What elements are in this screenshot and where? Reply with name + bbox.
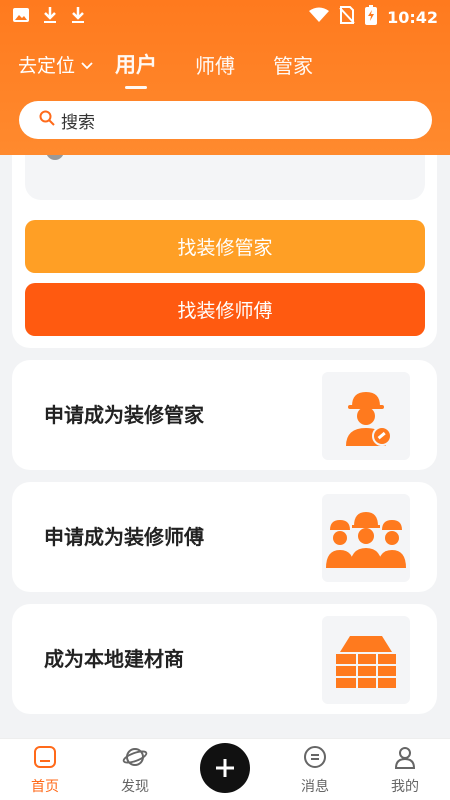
nav-profile[interactable]: 我的: [365, 744, 445, 796]
message-icon: [302, 744, 328, 774]
search-icon: [39, 110, 55, 131]
workers-group-icon: [322, 494, 410, 582]
nav-publish[interactable]: [185, 742, 265, 793]
building-materials-icon: [322, 616, 410, 704]
tab-master[interactable]: 师傅: [195, 50, 235, 79]
user-icon: [392, 744, 418, 774]
search-input[interactable]: 搜索: [19, 101, 432, 139]
nav-messages[interactable]: 消息: [275, 744, 355, 796]
find-manager-button[interactable]: 找装修管家: [25, 220, 425, 273]
battery-charging-icon: [365, 5, 378, 29]
become-supplier-label: 成为本地建材商: [44, 647, 184, 671]
wifi-icon: [309, 7, 330, 27]
clock: 10:42: [387, 7, 438, 27]
home-icon: [32, 744, 58, 774]
no-sim-icon: [339, 6, 355, 28]
nav-discover[interactable]: 发现: [95, 744, 175, 796]
location-selector[interactable]: 去定位: [18, 51, 93, 78]
manager-worker-icon: [322, 372, 410, 460]
apply-master-card[interactable]: 申请成为装修师傅: [12, 482, 437, 592]
apply-manager-card[interactable]: 申请成为装修管家: [12, 360, 437, 470]
location-label: 去定位: [18, 54, 76, 77]
status-bar: 10:42: [0, 0, 450, 34]
tab-user[interactable]: 用户: [115, 49, 157, 79]
nav-home[interactable]: 首页: [5, 744, 85, 796]
search-placeholder: 搜索: [61, 112, 95, 133]
download-icon: [42, 6, 58, 28]
header: 10:42 去定位 用户 师傅 管家 搜索: [0, 0, 450, 155]
bottom-nav: 首页 发现 消息 我的: [0, 738, 450, 800]
apply-master-label: 申请成为装修师傅: [44, 525, 204, 549]
find-master-button[interactable]: 找装修师傅: [25, 283, 425, 336]
nav-home-label: 首页: [31, 778, 59, 795]
download-icon: [70, 6, 86, 28]
nav-profile-label: 我的: [391, 778, 419, 795]
become-supplier-card[interactable]: 成为本地建材商: [12, 604, 437, 714]
chevron-down-icon: [81, 53, 93, 75]
top-nav: 去定位 用户 师傅 管家: [0, 34, 450, 94]
nav-messages-label: 消息: [301, 778, 329, 795]
tab-manager[interactable]: 管家: [273, 50, 313, 79]
planet-icon: [122, 744, 148, 774]
apply-manager-label: 申请成为装修管家: [44, 403, 204, 427]
nav-discover-label: 发现: [121, 778, 149, 795]
plus-icon: [200, 742, 250, 793]
image-icon: [12, 7, 30, 27]
